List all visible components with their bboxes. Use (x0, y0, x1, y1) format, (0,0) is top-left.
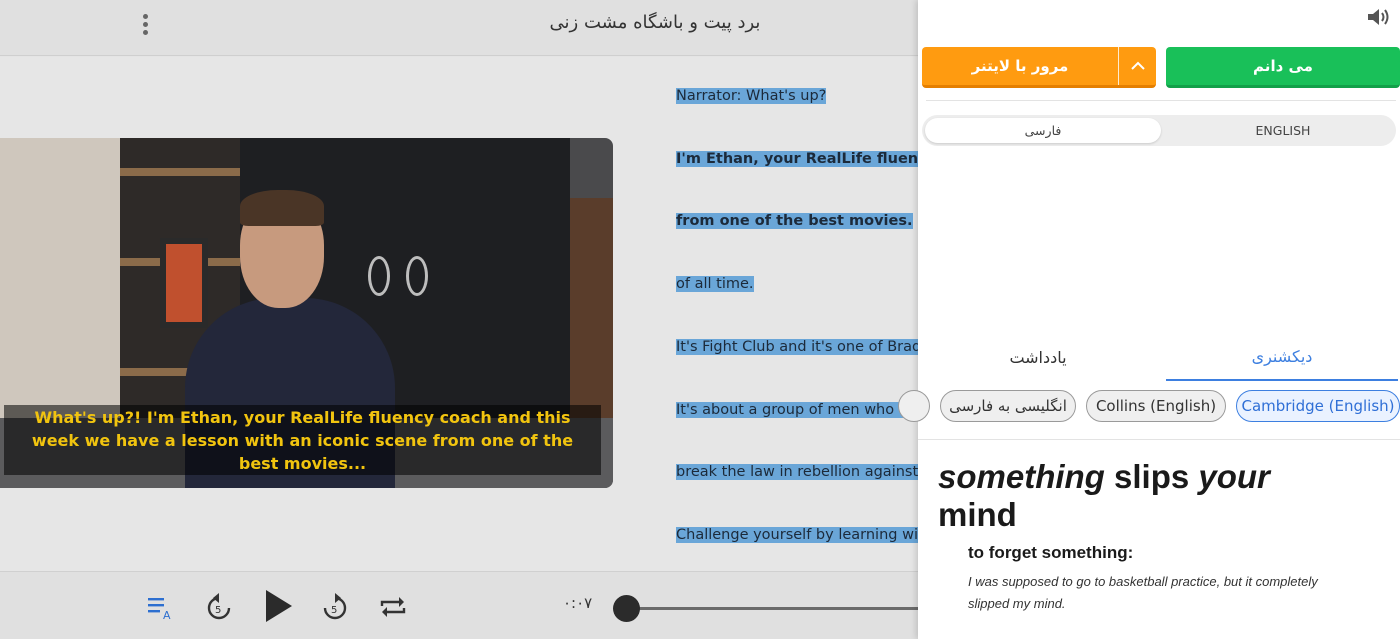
forward-5-icon[interactable]: 5 (318, 590, 352, 624)
transcript-line[interactable]: I'm Ethan, your RealLife fluency co (676, 151, 918, 167)
subtitle-text: What's up?! I'm Ethan, your RealLife flu… (31, 407, 574, 473)
lang-option-farsi[interactable]: فارسی (925, 118, 1161, 143)
headword-part: slips (1114, 458, 1190, 495)
video-player[interactable]: What's up?! I'm Ethan, your RealLife flu… (0, 138, 613, 488)
video-frame-art (160, 238, 208, 328)
speaker-icon[interactable] (1366, 6, 1392, 28)
lesson-content: What's up?! I'm Ethan, your RealLife flu… (0, 57, 918, 571)
subtitle-overlay: What's up?! I'm Ethan, your RealLife flu… (4, 405, 601, 475)
language-toggle: فارسی ENGLISH (922, 115, 1396, 146)
transcript: Narrator: What's up? I'm Ethan, your Rea… (676, 57, 918, 571)
tab-notes[interactable]: یادداشت (922, 333, 1154, 381)
divider (918, 439, 1400, 440)
repeat-icon[interactable] (376, 590, 410, 624)
transcript-line[interactable]: Challenge yourself by learning wit (676, 527, 918, 543)
play-icon[interactable] (260, 587, 296, 625)
know-button[interactable]: می دانم (1166, 47, 1400, 88)
page-title: برد پیت و باشگاه مشت زنی (549, 12, 761, 33)
review-leitner-button[interactable]: مرور با لایتنر (922, 47, 1156, 88)
rewind-5-icon[interactable]: 5 (202, 590, 236, 624)
player-controls: A 5 5 ۰:۰۷ (0, 571, 918, 639)
video-frame-ring (406, 256, 428, 296)
example-sentence: I was supposed to go to basketball pract… (968, 574, 1318, 611)
dictionary-headword: something slips your mind (938, 458, 1378, 534)
progress-track[interactable] (626, 607, 918, 610)
transcript-line[interactable]: It's about a group of men who figh (676, 402, 918, 418)
transcript-line[interactable]: Narrator: What's up? (676, 88, 827, 104)
word-panel: می دانم مرور با لایتنر فارسی ENGLISH دیک… (898, 0, 1400, 639)
svg-text:5: 5 (215, 605, 221, 616)
progress-knob[interactable] (613, 595, 640, 622)
definition-text: to forget something: (968, 543, 1134, 562)
chip-collins[interactable]: Collins (English) (1086, 390, 1226, 422)
subtitle-toggle-icon[interactable]: A (143, 590, 177, 624)
chip-cambridge[interactable]: Cambridge (English) (1236, 390, 1400, 422)
chevron-up-icon[interactable] (1120, 47, 1156, 85)
review-divider (1118, 47, 1119, 85)
divider (926, 100, 1396, 101)
playback-time: ۰:۰۷ (563, 594, 593, 612)
panel-tabs: دیکشنری یادداشت (918, 333, 1400, 381)
chip-partial[interactable] (898, 390, 930, 422)
svg-text:A: A (163, 609, 171, 622)
transcript-line[interactable]: It's Fight Club and it's one of Brad (676, 339, 918, 355)
headword-part: your (1198, 458, 1270, 495)
kebab-menu-icon[interactable] (139, 12, 151, 40)
tab-dictionary[interactable]: دیکشنری (1166, 333, 1398, 381)
transcript-line[interactable]: of all time. (676, 276, 754, 292)
headword-part: something (938, 458, 1105, 495)
lang-option-english[interactable]: ENGLISH (1165, 118, 1400, 143)
video-frame-ring (368, 256, 390, 296)
headword-part: mind (938, 496, 1017, 533)
video-frame-books (570, 198, 613, 418)
svg-text:5: 5 (331, 605, 337, 616)
top-bar: برد پیت و باشگاه مشت زنی (0, 0, 918, 56)
transcript-line[interactable]: break the law in rebellion against (676, 464, 918, 480)
video-frame-person-hair (240, 190, 324, 226)
review-leitner-label: مرور با لایتنر (971, 57, 1069, 75)
dictionary-chips: Cambridge (English) Collins (English) ان… (898, 390, 1400, 422)
transcript-line[interactable]: from one of the best movies. (676, 213, 913, 229)
chip-english-to-farsi[interactable]: انگلیسی به فارسی (940, 390, 1076, 422)
